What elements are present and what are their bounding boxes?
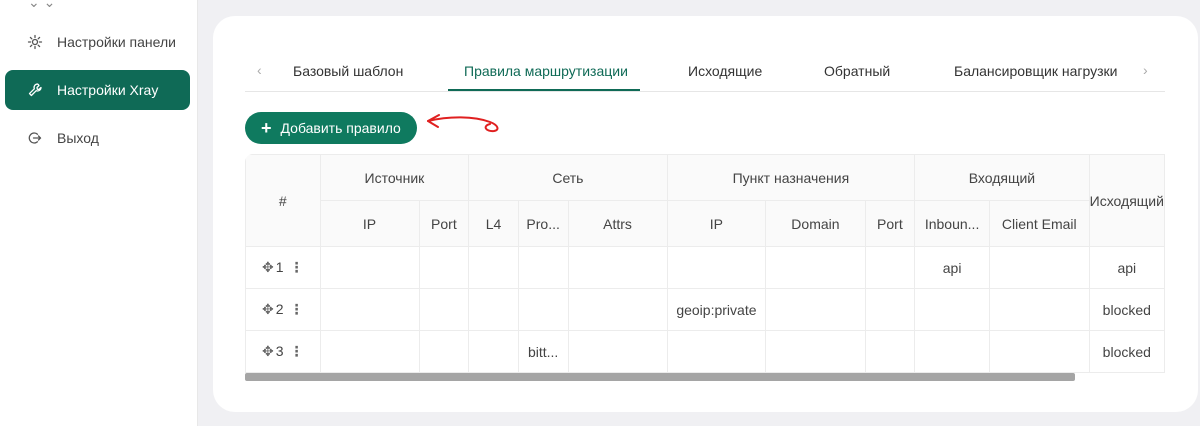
col-header-l4: L4: [468, 200, 519, 247]
tab-outbounds[interactable]: Исходящие: [688, 52, 762, 92]
cell-dest-domain: [765, 288, 866, 331]
col-header-inbound-tag: Inboun...: [914, 200, 990, 247]
sidebar: ⌄ ⌄ Настройки панели Настройки Xray Выхо…: [0, 0, 198, 426]
row-number: 3: [275, 343, 284, 359]
sidebar-item-label: Настройки Xray: [57, 82, 159, 98]
row-index-cell: ✥ 1 ⋮: [245, 246, 321, 289]
cell-inbound-tag: api: [914, 246, 990, 289]
row-index-cell: ✥ 2 ⋮: [245, 288, 321, 331]
routing-rules-table: # Источник Сеть Пункт назначения Входящи…: [245, 154, 1165, 382]
sidebar-item-label: Настройки панели: [57, 34, 176, 50]
row-number: 1: [275, 259, 284, 275]
tab-bar: ‹ Базовый шаблон Правила маршрутизации И…: [245, 52, 1165, 92]
tab-active-indicator: [448, 89, 640, 91]
gear-icon: [27, 34, 43, 50]
cell-outbound: blocked: [1088, 288, 1165, 331]
cell-outbound: api: [1088, 246, 1165, 289]
cell-protocol: [517, 288, 569, 331]
cell-client-email: [988, 246, 1090, 289]
col-header-protocol: Pro...: [517, 200, 569, 247]
more-options-icon[interactable]: ⋮: [290, 301, 304, 317]
chevron-right-icon[interactable]: ›: [1143, 62, 1148, 78]
tab-routing-rules[interactable]: Правила маршрутизации: [464, 52, 628, 92]
row-index-cell: ✥ 3 ⋮: [245, 330, 321, 373]
cell-attrs: [567, 288, 668, 331]
sidebar-item-xray-settings[interactable]: Настройки Xray: [5, 70, 190, 110]
cell-dest-domain: [765, 330, 866, 373]
col-header-source-ip: IP: [319, 200, 420, 247]
cell-source-ip: [319, 330, 420, 373]
sidebar-item-clipped: ⌄ ⌄: [28, 0, 56, 10]
col-header-client-email: Client Email: [988, 200, 1090, 247]
col-header-dest-domain: Domain: [765, 200, 866, 247]
sidebar-item-panel-settings[interactable]: Настройки панели: [5, 22, 190, 62]
cell-client-email: [988, 288, 1090, 331]
col-header-attrs: Attrs: [567, 200, 668, 247]
cell-attrs: [567, 330, 668, 373]
cell-dest-port: [864, 246, 916, 289]
tab-reverse[interactable]: Обратный: [824, 52, 890, 92]
sidebar-item-logout[interactable]: Выход: [5, 118, 190, 158]
cell-source-port: [418, 330, 470, 373]
logout-icon: [27, 130, 43, 146]
cell-dest-ip: [666, 246, 767, 289]
plus-icon: +: [261, 118, 272, 138]
chevron-left-icon[interactable]: ‹: [257, 62, 262, 78]
cell-dest-port: [864, 288, 916, 331]
col-group-source: Источник: [319, 154, 470, 201]
cell-protocol: bitt...: [517, 330, 569, 373]
cell-source-ip: [319, 246, 420, 289]
cell-l4: [468, 288, 519, 331]
cell-dest-port: [864, 330, 916, 373]
drag-handle-icon[interactable]: ✥: [262, 259, 274, 275]
col-header-dest-port: Port: [864, 200, 916, 247]
cell-source-ip: [319, 288, 420, 331]
cell-dest-domain: [765, 246, 866, 289]
col-header-index: #: [245, 154, 321, 247]
col-group-destination: Пункт назначения: [666, 154, 916, 201]
cell-dest-ip: geoip:private: [666, 288, 767, 331]
row-number: 2: [275, 301, 284, 317]
col-header-outbound: Исходящий: [1088, 154, 1165, 247]
table-row: ✥ 1 ⋮ api api: [245, 246, 1165, 289]
more-options-icon[interactable]: ⋮: [290, 259, 304, 275]
col-group-network: Сеть: [468, 154, 668, 201]
col-group-inbound: Входящий: [914, 154, 1090, 201]
cell-source-port: [418, 246, 470, 289]
cell-l4: [468, 246, 519, 289]
tab-base-template[interactable]: Базовый шаблон: [293, 52, 403, 92]
cell-outbound: blocked: [1088, 330, 1165, 373]
table-row: ✥ 3 ⋮ bitt... blocked: [245, 330, 1165, 373]
drag-handle-icon[interactable]: ✥: [262, 301, 274, 317]
col-header-source-port: Port: [418, 200, 470, 247]
cell-protocol: [517, 246, 569, 289]
wrench-icon: [27, 82, 43, 98]
more-options-icon[interactable]: ⋮: [290, 343, 304, 359]
sidebar-item-label: Выход: [57, 130, 99, 146]
col-header-dest-ip: IP: [666, 200, 767, 247]
cell-attrs: [567, 246, 668, 289]
add-rule-button[interactable]: + Добавить правило: [245, 112, 417, 144]
table-row: ✥ 2 ⋮ geoip:private blocked: [245, 288, 1165, 331]
cell-client-email: [988, 330, 1090, 373]
annotation-arrow-icon: [427, 114, 499, 133]
cell-l4: [468, 330, 519, 373]
horizontal-scrollbar[interactable]: [245, 373, 1075, 381]
drag-handle-icon[interactable]: ✥: [262, 343, 274, 359]
cell-inbound-tag: [914, 288, 990, 331]
add-rule-label: Добавить правило: [280, 120, 401, 136]
cell-inbound-tag: [914, 330, 990, 373]
tab-balancer[interactable]: Балансировщик нагрузки: [954, 52, 1117, 92]
cell-dest-ip: [666, 330, 767, 373]
cell-source-port: [418, 288, 470, 331]
